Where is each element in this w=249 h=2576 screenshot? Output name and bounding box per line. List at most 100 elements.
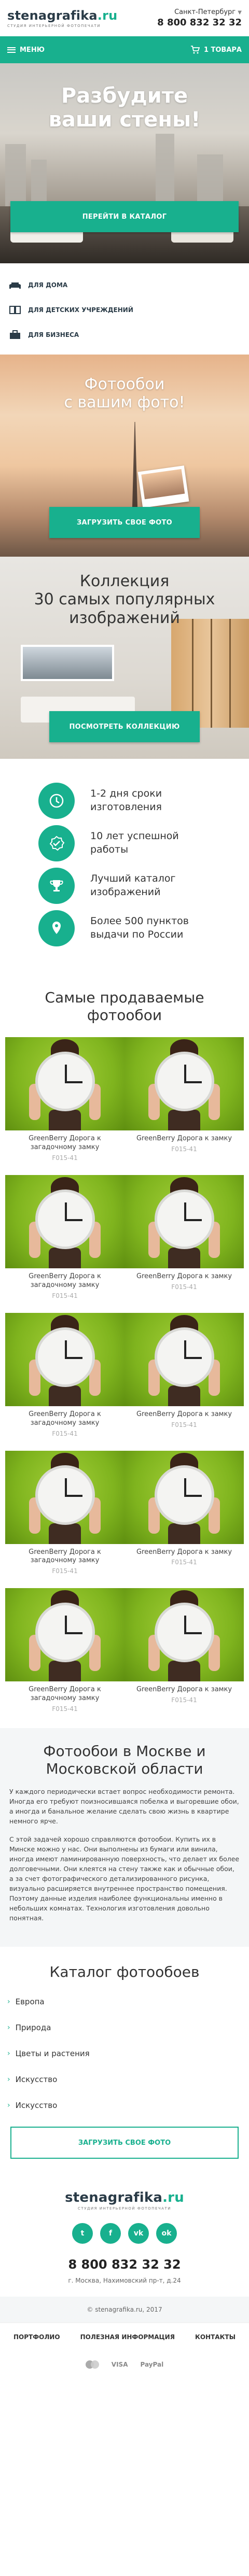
category-business-label: ДЛЯ БИЗНЕСА (28, 331, 79, 338)
category-home[interactable]: ДЛЯ ДОМА (0, 273, 249, 298)
product-code: F015-41 (171, 1696, 197, 1704)
menu-label: МЕНЮ (20, 46, 45, 54)
footer-link-info[interactable]: ПОЛЕЗНАЯ ИНФОРМАЦИЯ (80, 2333, 175, 2341)
logo-tagline: Студия интерьерной фотопечати (7, 24, 101, 28)
city-label: Санкт-Петербург (174, 8, 236, 16)
product-card[interactable]: GreenBerry Дорога к загадочному замку F0… (5, 1450, 125, 1575)
product-image[interactable] (125, 1450, 244, 1544)
catalog-item[interactable]: › Искусство (0, 2092, 249, 2118)
product-name[interactable]: GreenBerry Дорога к загадочному замку (5, 1410, 125, 1428)
chevron-right-icon: › (7, 2049, 10, 2058)
product-name[interactable]: GreenBerry Дорога к замку (125, 1410, 244, 1419)
product-name[interactable]: GreenBerry Дорога к замку (125, 1548, 244, 1557)
cart-button[interactable]: 1 ТОВАРА (190, 46, 242, 54)
cart-label: 1 ТОВАРА (203, 46, 242, 54)
vk-icon[interactable]: vk (128, 2223, 149, 2244)
logo-text: stenagrafika (7, 8, 98, 23)
hero-title: Разбудите ваши стены! (48, 84, 201, 132)
product-code: F015-41 (52, 1154, 78, 1162)
best-sellers-title: Самые продаваемые фотообои (45, 989, 204, 1024)
upload-photo-outline-button[interactable]: ЗАГРУЗИТЬ СВОЕ ФОТО (10, 2127, 239, 2159)
footer-logo[interactable]: stenagrafika.ru Студия интерьерной фотоп… (0, 2190, 249, 2211)
feature-text: изготовления (90, 801, 162, 813)
chevron-right-icon: › (7, 2101, 10, 2110)
product-image[interactable] (125, 1174, 244, 1268)
product-code: F015-41 (52, 1705, 78, 1713)
product-code: F015-41 (171, 1145, 197, 1153)
product-card[interactable]: GreenBerry Дорога к загадочному замку F0… (5, 1312, 125, 1437)
header-phone[interactable]: 8 800 832 32 32 (157, 17, 242, 28)
feature-text: работы (90, 844, 129, 855)
twitter-icon[interactable]: t (72, 2223, 93, 2244)
contact-block: Санкт-Петербург ▼ 8 800 832 32 32 (157, 8, 242, 28)
chevron-right-icon: › (7, 2075, 10, 2084)
cart-icon (190, 46, 200, 54)
view-collection-button[interactable]: ПОСМОТРЕТЬ КОЛЛЕКЦИЮ (49, 711, 200, 742)
product-card[interactable]: GreenBerry Дорога к замку F015-41 (125, 1037, 244, 1162)
product-code: F015-41 (171, 1559, 197, 1566)
product-name[interactable]: GreenBerry Дорога к загадочному замку (5, 1135, 125, 1152)
feature-text: 10 лет успешной (90, 830, 179, 842)
product-card[interactable]: GreenBerry Дорога к загадочному замку F0… (5, 1174, 125, 1299)
seo-title: Фотообои в Москве и Московской области (43, 1743, 206, 1777)
footer-link-portfolio[interactable]: ПОРТФОЛИО (13, 2333, 60, 2341)
product-image[interactable] (5, 1588, 125, 1682)
upload-photo-button[interactable]: ЗАГРУЗИТЬ СВОЕ ФОТО (49, 507, 200, 538)
facebook-icon[interactable]: f (100, 2223, 121, 2244)
product-card[interactable]: GreenBerry Дорога к замку F015-41 (125, 1174, 244, 1299)
catalog-item[interactable]: › Европа (0, 1989, 249, 2015)
go-to-catalog-button[interactable]: ПЕРЕЙТИ В КАТАЛОГ (10, 201, 239, 232)
city-selector[interactable]: Санкт-Петербург ▼ (157, 8, 242, 16)
product-name[interactable]: GreenBerry Дорога к замку (125, 1686, 244, 1694)
product-card[interactable]: GreenBerry Дорога к загадочному замку F0… (5, 1588, 125, 1712)
footer-link-contacts[interactable]: КОНТАКТЫ (195, 2333, 236, 2341)
mountain-picture-image (21, 645, 114, 681)
menu-button[interactable]: МЕНЮ (7, 46, 45, 54)
logo[interactable]: stenagrafika.ru Студия интерьерной фотоп… (7, 8, 117, 28)
social-links: t f vk ok (0, 2223, 249, 2244)
catalog-title: Каталог фотообоев (49, 1963, 200, 1981)
logo-accent: .ru (97, 8, 118, 23)
product-image[interactable] (5, 1037, 125, 1131)
category-list: ДЛЯ ДОМА ДЛЯ ДЕТСКИХ УЧРЕЖДЕНИЙ ДЛЯ БИЗН… (0, 263, 249, 355)
feature-item: 10 лет успешной работы (0, 822, 249, 865)
product-code: F015-41 (171, 1283, 197, 1291)
feature-item: 1-2 дня сроки изготовления (0, 780, 249, 822)
product-image[interactable] (5, 1312, 125, 1406)
product-name[interactable]: GreenBerry Дорога к замку (125, 1135, 244, 1143)
product-name[interactable]: GreenBerry Дорога к загадочному замку (5, 1548, 125, 1566)
promo-collection-title: Коллекция 30 самых популярных изображени… (34, 572, 215, 627)
sofa-icon (8, 280, 22, 290)
product-image[interactable] (125, 1588, 244, 1682)
product-card[interactable]: GreenBerry Дорога к замку F015-41 (125, 1588, 244, 1712)
catalog-item[interactable]: › Природа (0, 2015, 249, 2041)
product-name[interactable]: GreenBerry Дорога к загадочному замку (5, 1272, 125, 1290)
product-image[interactable] (125, 1312, 244, 1406)
category-home-label: ДЛЯ ДОМА (28, 281, 68, 289)
odnoklassniki-icon[interactable]: ok (156, 2223, 177, 2244)
footer-phone[interactable]: 8 800 832 32 32 (0, 2257, 249, 2272)
product-image[interactable] (5, 1450, 125, 1544)
footer-links: ПОРТФОЛИО ПОЛЕЗНАЯ ИНФОРМАЦИЯ КОНТАКТЫ (0, 2323, 249, 2351)
product-name[interactable]: GreenBerry Дорога к загадочному замку (5, 1686, 125, 1703)
category-business[interactable]: ДЛЯ БИЗНЕСА (0, 322, 249, 347)
product-code: F015-41 (171, 1421, 197, 1428)
category-kids-label: ДЛЯ ДЕТСКИХ УЧРЕЖДЕНИЙ (28, 306, 133, 314)
paypal-icon: PayPal (140, 2361, 164, 2369)
category-kids[interactable]: ДЛЯ ДЕТСКИХ УЧРЕЖДЕНИЙ (0, 298, 249, 322)
product-card[interactable]: GreenBerry Дорога к замку F015-41 (125, 1312, 244, 1437)
product-grid: GreenBerry Дорога к загадочному замку F0… (0, 1037, 249, 1712)
product-image[interactable] (125, 1037, 244, 1131)
product-card[interactable]: GreenBerry Дорога к замку F015-41 (125, 1450, 244, 1575)
check-badge-icon (38, 825, 75, 861)
product-name[interactable]: GreenBerry Дорога к замку (125, 1272, 244, 1281)
clock-icon (38, 783, 75, 819)
catalog-item[interactable]: › Цветы и растения (0, 2041, 249, 2067)
seo-paragraph: У каждого периодически встает вопрос нео… (9, 1788, 239, 1825)
catalog-section: Каталог фотообоев › Европа › Природа › Цвет… (0, 1947, 249, 2168)
catalog-item[interactable]: › Искусство (0, 2067, 249, 2092)
product-image[interactable] (5, 1174, 125, 1268)
product-card[interactable]: GreenBerry Дорога к загадочному замку F0… (5, 1037, 125, 1162)
promo-photo-title: Фотообои с вашим фото! (64, 375, 185, 412)
chevron-right-icon: › (7, 2023, 10, 2032)
